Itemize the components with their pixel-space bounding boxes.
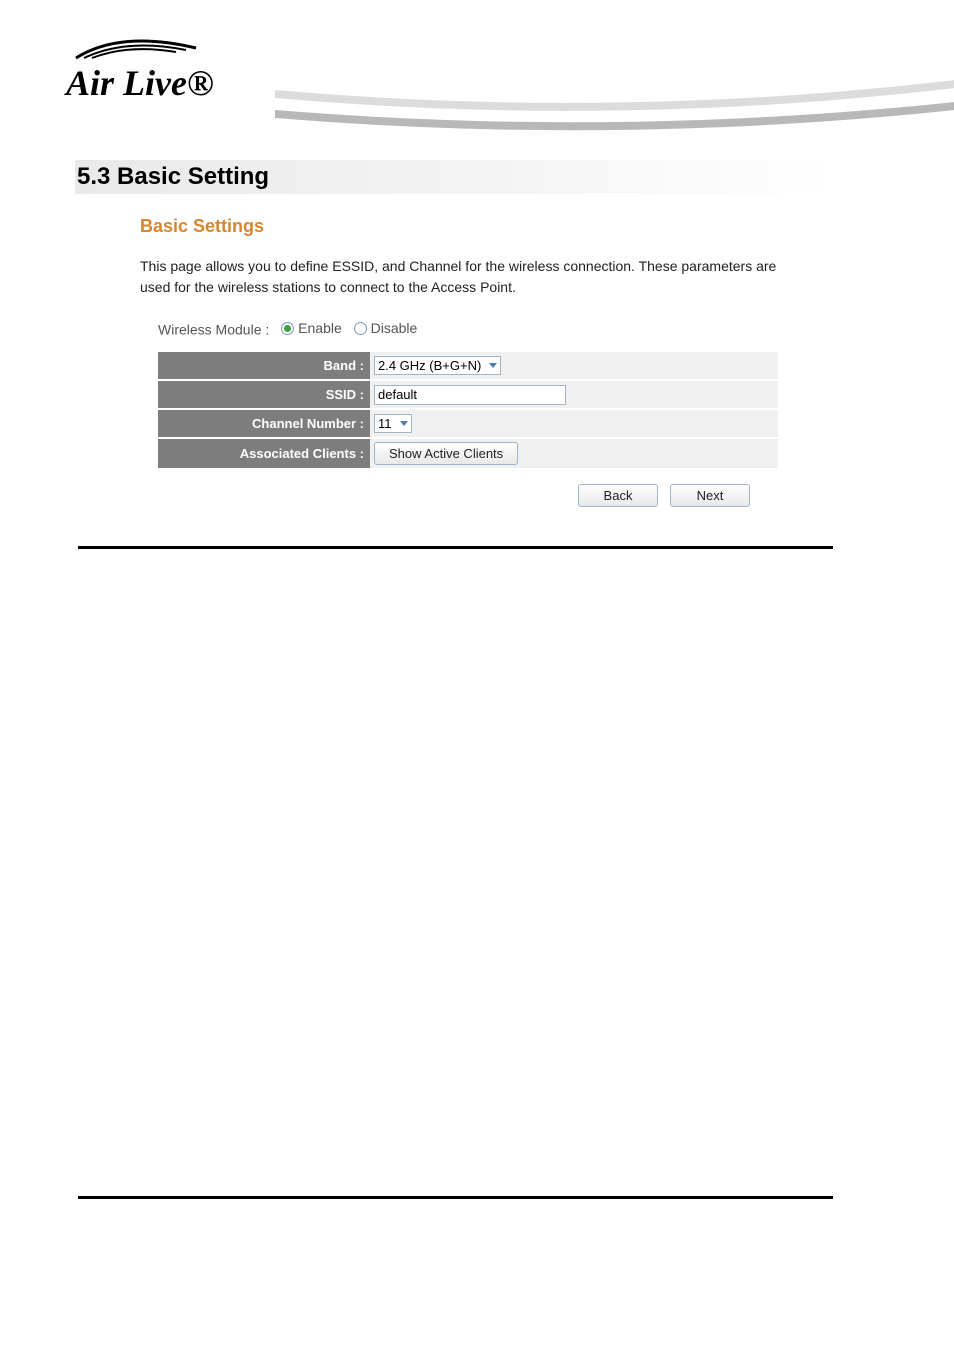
settings-table: Band : 2.4 GHz (B+G+N) SSID : Channel Nu… bbox=[158, 352, 778, 470]
ssid-input[interactable] bbox=[374, 385, 566, 405]
airlive-logo: Air Live® bbox=[66, 34, 276, 104]
disable-label: Disable bbox=[371, 320, 418, 336]
back-button[interactable]: Back bbox=[578, 484, 658, 507]
band-select[interactable]: 2.4 GHz (B+G+N) bbox=[374, 356, 501, 375]
chevron-down-icon bbox=[400, 421, 408, 426]
divider-bottom bbox=[78, 1196, 833, 1199]
enable-label: Enable bbox=[298, 320, 342, 336]
channel-value: 11 bbox=[378, 416, 392, 431]
wireless-module-label: Wireless Module : bbox=[158, 322, 269, 338]
ssid-label: SSID : bbox=[158, 380, 370, 409]
chevron-down-icon bbox=[489, 363, 497, 368]
logo-arc-icon bbox=[66, 28, 216, 64]
header-swoosh bbox=[275, 80, 954, 140]
show-active-clients-button[interactable]: Show Active Clients bbox=[374, 442, 518, 465]
band-value: 2.4 GHz (B+G+N) bbox=[378, 358, 481, 373]
logo-text: Air Live® bbox=[66, 62, 214, 104]
wireless-module-row: Wireless Module : Enable Disable bbox=[158, 320, 417, 338]
subheading: Basic Settings bbox=[140, 216, 264, 237]
band-label: Band : bbox=[158, 352, 370, 380]
section-heading-bar: 5.3 Basic Setting bbox=[75, 160, 833, 194]
description: This page allows you to define ESSID, an… bbox=[140, 256, 780, 298]
clients-label: Associated Clients : bbox=[158, 438, 370, 469]
divider-top bbox=[78, 546, 833, 549]
section-heading: 5.3 Basic Setting bbox=[75, 163, 269, 191]
disable-radio[interactable] bbox=[354, 322, 367, 335]
channel-select[interactable]: 11 bbox=[374, 414, 412, 433]
enable-radio[interactable] bbox=[281, 322, 294, 335]
channel-label: Channel Number : bbox=[158, 409, 370, 438]
next-button[interactable]: Next bbox=[670, 484, 750, 507]
